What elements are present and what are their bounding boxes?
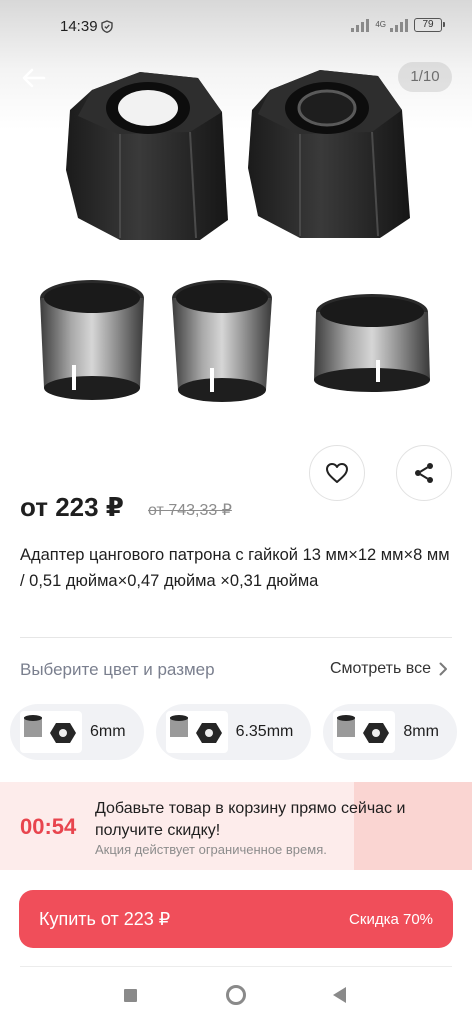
collet-2 xyxy=(172,280,272,402)
collet-3 xyxy=(314,294,430,392)
network-type: 4G xyxy=(375,20,386,29)
divider xyxy=(20,637,452,638)
variant-thumbnail xyxy=(165,711,228,753)
shield-icon xyxy=(101,20,113,33)
variant-chip[interactable]: 8mm xyxy=(323,704,457,760)
variant-chip[interactable]: 6.35mm xyxy=(155,704,312,760)
image-counter: 1/10 xyxy=(398,62,452,92)
recents-icon[interactable] xyxy=(124,989,137,1002)
home-icon[interactable] xyxy=(226,985,246,1005)
variant-thumbnail xyxy=(333,711,396,753)
nut-right xyxy=(248,70,410,238)
status-time: 14:39 xyxy=(60,18,98,35)
variants-heading: Выберите цвет и размер xyxy=(20,660,215,679)
old-price: от 743,33 ₽ xyxy=(148,502,232,519)
promo-banner: 00:54 Добавьте товар в корзину прямо сей… xyxy=(0,782,472,870)
product-gallery[interactable]: 1/10 xyxy=(0,0,472,440)
promo-timer: 00:54 xyxy=(20,814,77,839)
product-title: Адаптер цангового патрона с гайкой 13 мм… xyxy=(20,546,450,590)
heart-icon xyxy=(326,463,348,483)
variant-chip[interactable]: 6mm xyxy=(10,704,144,760)
buy-label: Купить от 223 ₽ xyxy=(39,908,171,929)
variant-label: 8mm xyxy=(403,723,439,740)
promo-subtext: Акция действует ограниченное время. xyxy=(95,842,327,857)
status-bar: 14:39 4G 79 xyxy=(0,0,472,54)
see-all-label: Смотреть все xyxy=(329,660,431,677)
signal-icon xyxy=(351,18,370,32)
promo-text: Добавьте товар в корзину прямо сейчас и … xyxy=(95,800,406,839)
collet-1 xyxy=(40,280,144,400)
favorite-button[interactable] xyxy=(309,445,365,501)
share-button[interactable] xyxy=(396,445,452,501)
divider xyxy=(20,966,452,967)
signal-icon-2 xyxy=(390,18,408,32)
share-icon xyxy=(415,463,433,483)
current-price: от 223 ₽ xyxy=(20,492,124,522)
variant-label: 6mm xyxy=(90,723,126,740)
variant-thumbnail xyxy=(20,711,82,753)
system-nav-bar xyxy=(0,970,472,1024)
discount-label: Скидка 70% xyxy=(349,910,433,928)
nut-left xyxy=(66,72,228,240)
buy-button[interactable]: Купить от 223 ₽ Скидка 70% xyxy=(19,890,453,948)
variant-chips: 6mm 6.35mm 8mm xyxy=(10,704,457,760)
product-photo xyxy=(40,70,430,402)
chevron-right-icon xyxy=(439,662,447,676)
status-icons: 4G 79 xyxy=(351,18,445,32)
system-back-icon[interactable] xyxy=(333,987,346,1003)
battery-icon: 79 xyxy=(414,18,445,32)
see-all-link[interactable]: Смотреть все xyxy=(330,660,448,678)
back-arrow-icon[interactable] xyxy=(20,64,48,92)
variant-label: 6.35mm xyxy=(235,723,294,740)
battery-level: 79 xyxy=(422,19,434,30)
